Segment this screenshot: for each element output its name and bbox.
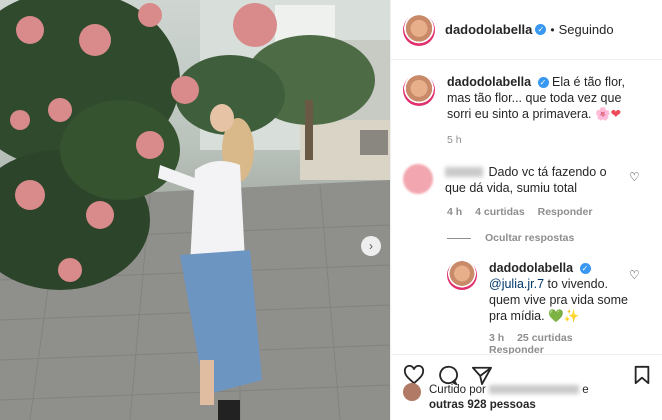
reply-mention[interactable]: @julia.jr.7 <box>489 277 544 291</box>
liker-username[interactable] <box>489 385 580 394</box>
photo-illustration <box>0 0 390 420</box>
hide-replies-button[interactable]: Ocultar respostas <box>447 232 574 244</box>
divider-line <box>447 237 471 239</box>
caption-username[interactable]: dadodolabella <box>447 75 531 89</box>
reply-username[interactable]: dadodolabella <box>489 261 573 275</box>
caption-emoji: 🌸❤ <box>595 107 622 121</box>
commenter-username[interactable] <box>445 167 483 177</box>
author-avatar[interactable] <box>403 13 435 46</box>
heart-icon[interactable] <box>403 365 425 385</box>
liked-by-prefix: Curtido por <box>429 384 486 396</box>
follow-status-button[interactable]: Seguindo <box>559 22 614 37</box>
comment-reply-button[interactable]: Responder <box>538 206 593 218</box>
hide-replies-label: Ocultar respostas <box>485 232 575 244</box>
header-separator: • <box>550 22 555 37</box>
reply: dadodolabella ✓ @julia.jr.7 to vivendo. … <box>447 260 653 324</box>
chevron-right-icon: › <box>369 239 373 253</box>
reply-heart-icon[interactable]: ♡ <box>629 268 640 282</box>
reply-emoji: 💚✨ <box>548 309 580 323</box>
post-photo[interactable]: › <box>0 0 390 420</box>
caption: dadodolabella ✓ Ela é tão flor, mas tão … <box>403 74 653 122</box>
reply-time[interactable]: 3 h <box>489 332 504 344</box>
comment: Dado vc tá fazendo o que dá vida, sumiu … <box>403 164 653 196</box>
comment-heart-icon[interactable]: ♡ <box>629 170 640 184</box>
share-icon[interactable] <box>471 365 493 385</box>
comment-time[interactable]: 4 h <box>447 206 462 218</box>
comment-icon[interactable] <box>437 365 459 385</box>
reply-likes[interactable]: 25 curtidas <box>517 332 572 344</box>
verified-icon: ✓ <box>579 263 591 274</box>
reply-avatar[interactable] <box>447 260 477 290</box>
comment-meta: 4 h 4 curtidas Responder <box>447 206 602 218</box>
liked-by: Curtido por e outras 928 pessoas <box>403 383 589 413</box>
liker-avatar[interactable] <box>403 383 421 401</box>
bookmark-icon[interactable] <box>633 365 651 385</box>
post-header: dadodolabella ✓ • Seguindo <box>391 0 662 60</box>
liked-by-others[interactable]: outras 928 pessoas <box>429 399 536 411</box>
caption-avatar[interactable] <box>403 74 435 106</box>
verified-icon: ✓ <box>537 77 549 88</box>
commenter-avatar[interactable] <box>403 164 433 194</box>
verified-icon: ✓ <box>535 24 547 35</box>
author-username[interactable]: dadodolabella <box>445 22 532 37</box>
reply-meta: 3 h 25 curtidas <box>489 332 583 344</box>
post-sidebar: dadodolabella ✓ • Seguindo dadodolabella… <box>390 0 662 420</box>
liked-by-suffix: e <box>582 384 589 396</box>
caption-time[interactable]: 5 h <box>447 134 462 146</box>
carousel-next-button[interactable]: › <box>361 236 381 256</box>
comment-likes[interactable]: 4 curtidas <box>475 206 525 218</box>
